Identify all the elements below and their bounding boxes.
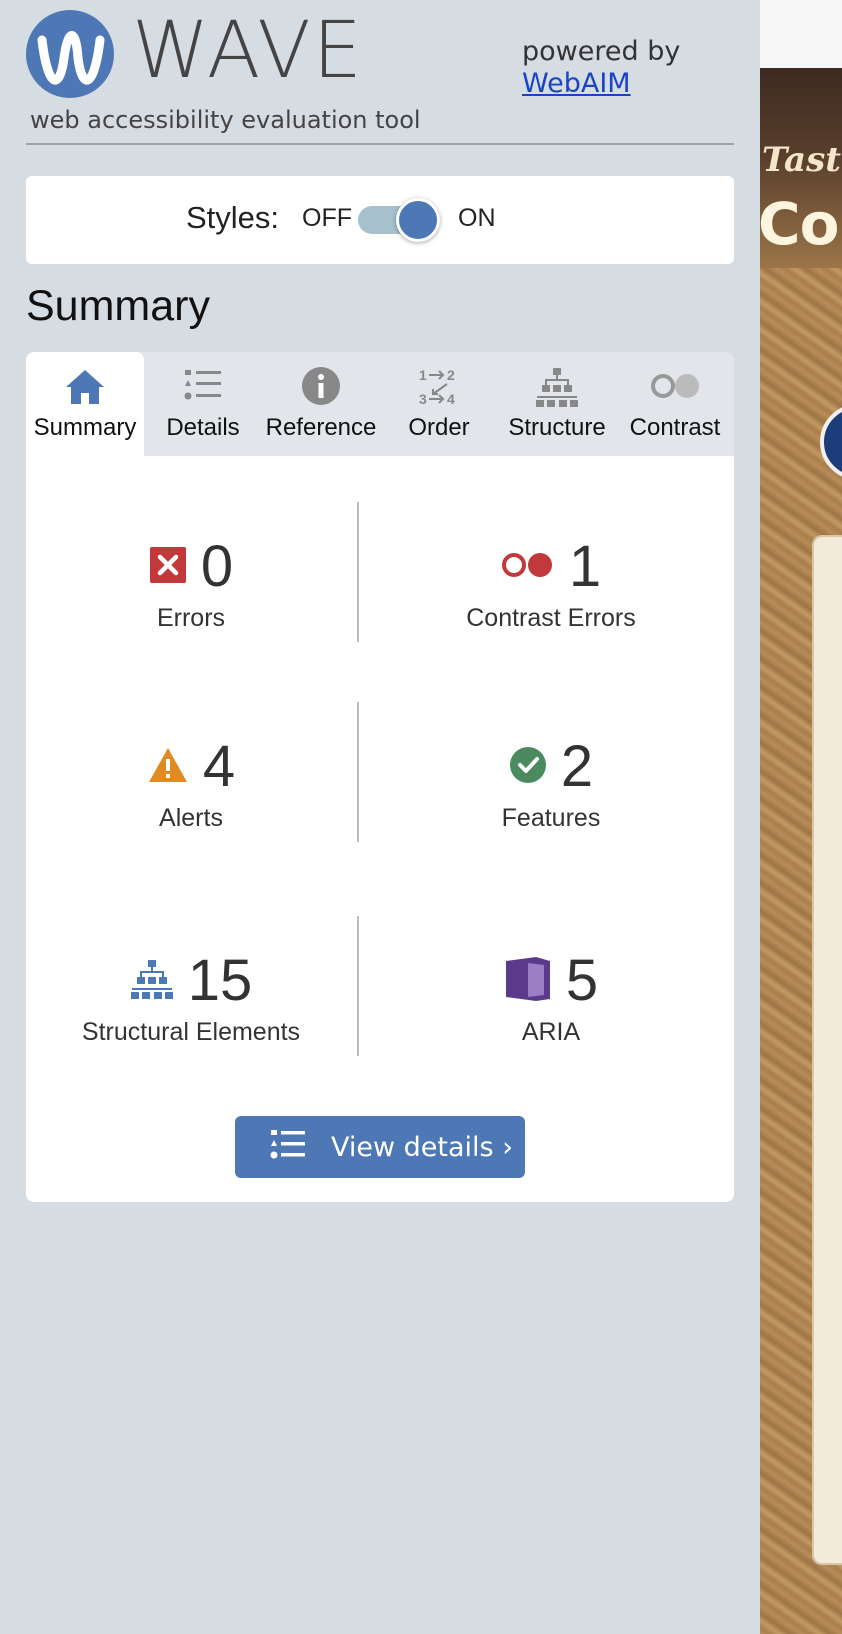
tab-label: Details — [166, 414, 240, 441]
aria-stat[interactable]: 5 ARIA — [386, 946, 716, 1066]
tab-label: Reference — [265, 414, 377, 441]
features-count: 2 — [560, 734, 594, 799]
tab-label: Order — [408, 414, 470, 441]
page-tagline: Taste — [762, 140, 842, 180]
page-badge-icon — [820, 404, 842, 480]
aria-label: ARIA — [521, 1018, 581, 1046]
svg-text:2: 2 — [447, 367, 455, 383]
error-icon — [149, 546, 187, 589]
stat-divider — [357, 916, 359, 1056]
structural-count: 15 — [187, 948, 253, 1013]
aria-count: 5 — [565, 948, 599, 1013]
header-divider — [26, 143, 734, 145]
contrast-errors-label: Contrast Errors — [466, 604, 636, 632]
contrast-error-icon — [501, 550, 555, 585]
structure-icon — [535, 366, 579, 413]
webaim-link[interactable]: WebAIM — [522, 68, 680, 100]
alerts-count: 4 — [202, 734, 236, 799]
summary-heading: Summary — [26, 282, 210, 330]
logo-title: WAVE — [132, 6, 364, 96]
stat-divider — [357, 502, 359, 642]
summary-content: 0 Errors 1 Contrast Errors 4 Alerts 2 Fe… — [26, 456, 734, 1202]
home-icon — [64, 366, 106, 411]
features-stat[interactable]: 2 Features — [386, 732, 716, 852]
powered-by-label: powered by — [522, 36, 681, 67]
styles-label: Styles: — [186, 200, 280, 235]
tab-details[interactable]: Details — [144, 352, 262, 456]
logo-tagline: web accessibility evaluation tool — [30, 106, 421, 134]
contrast-errors-count: 1 — [568, 534, 602, 599]
tab-bar: Summary Details Reference 1 2 3 4 Order … — [26, 352, 734, 456]
wave-sidebar: WAVE web accessibility evaluation tool p… — [0, 0, 760, 1634]
tab-order[interactable]: 1 2 3 4 Order — [380, 352, 498, 456]
tab-label: Summary — [33, 414, 137, 441]
stat-divider — [357, 702, 359, 842]
alert-icon — [147, 746, 189, 789]
view-details-label: View details › — [331, 1131, 513, 1163]
svg-text:1: 1 — [419, 367, 427, 383]
contrast-icon — [649, 366, 701, 411]
aria-icon — [504, 955, 552, 1008]
structure-icon — [130, 958, 174, 1005]
styles-toggle-knob[interactable] — [396, 198, 440, 242]
powered-by: powered by WebAIM — [522, 36, 680, 100]
errors-label: Errors — [156, 604, 226, 632]
structural-elements-stat[interactable]: 15 Structural Elements — [26, 946, 356, 1066]
toggle-on-label: ON — [458, 204, 496, 232]
tab-label: Structure — [508, 414, 606, 441]
list-icon — [183, 366, 223, 409]
styles-toggle-box: Styles: OFF ON — [26, 176, 734, 264]
svg-text:4: 4 — [447, 391, 455, 407]
tab-structure[interactable]: Structure — [498, 352, 616, 456]
svg-text:3: 3 — [419, 391, 427, 407]
errors-stat[interactable]: 0 Errors — [26, 532, 356, 652]
page-content-card — [812, 535, 842, 1565]
wave-logo-icon — [26, 10, 114, 98]
page-top-bar — [760, 0, 842, 68]
tab-contrast[interactable]: Contrast — [616, 352, 734, 456]
page-heading: Co — [760, 190, 839, 258]
tab-label: Contrast — [629, 414, 721, 441]
tab-summary[interactable]: Summary — [26, 352, 144, 456]
info-icon — [301, 366, 341, 411]
tab-reference[interactable]: Reference — [262, 352, 380, 456]
toggle-off-label: OFF — [302, 204, 352, 232]
evaluated-page-preview: Taste Co — [760, 0, 842, 1634]
alerts-stat[interactable]: 4 Alerts — [26, 732, 356, 852]
feature-check-icon — [509, 746, 547, 789]
structural-label: Structural Elements — [81, 1018, 301, 1046]
view-details-button[interactable]: View details › — [235, 1116, 525, 1178]
alerts-label: Alerts — [159, 804, 223, 832]
features-label: Features — [501, 804, 601, 832]
order-icon: 1 2 3 4 — [417, 366, 461, 413]
contrast-errors-stat[interactable]: 1 Contrast Errors — [386, 532, 716, 652]
errors-count: 0 — [200, 534, 234, 599]
list-icon — [269, 1127, 307, 1168]
